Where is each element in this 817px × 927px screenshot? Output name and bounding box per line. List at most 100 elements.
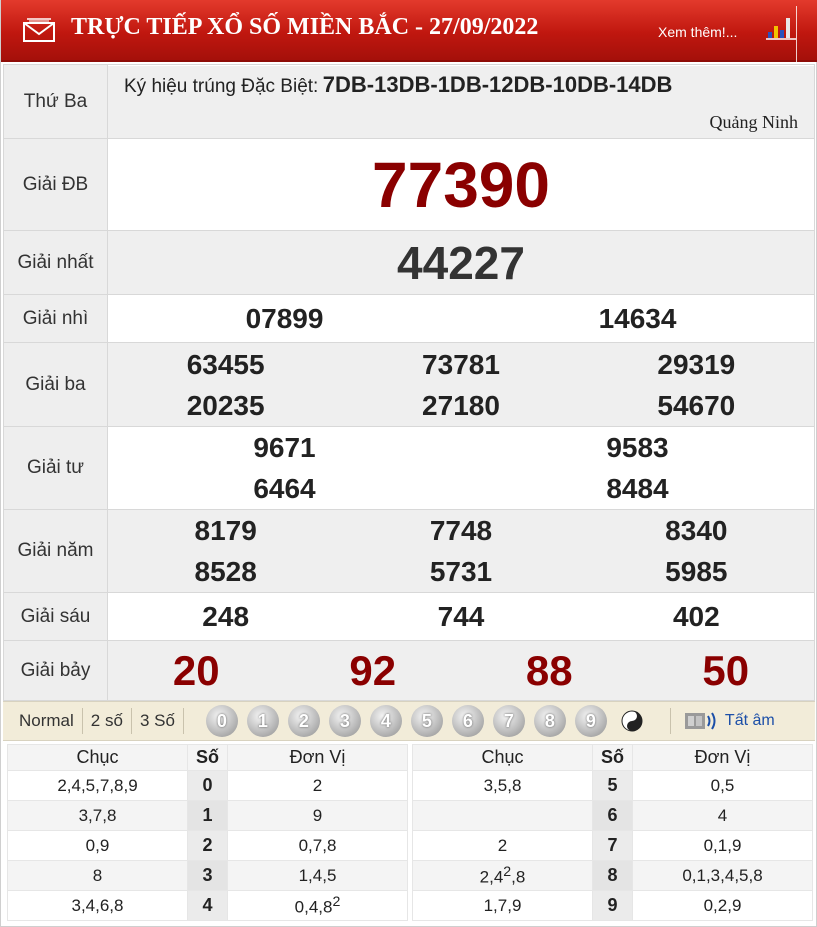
chuc-cell: 8	[7, 860, 188, 891]
prize-g7-number: 20	[172, 646, 220, 694]
bar-chart-icon[interactable]	[766, 14, 796, 40]
special-code-label: Ký hiệu trúng Đặc Biệt:	[124, 75, 319, 97]
col-header-chuc: Chục	[412, 744, 593, 771]
table-row: 2 7 0,1,9	[412, 830, 813, 861]
prize-g4-number: 9671	[253, 432, 316, 463]
donvi-cell: 0,7,8	[227, 830, 408, 861]
so-cell: 0	[187, 770, 228, 801]
chuc-cell: 3,4,6,8	[7, 890, 188, 921]
prize-g3-number: 29319	[657, 348, 736, 380]
digit-ball[interactable]: 6	[451, 705, 484, 737]
prize-g5-number: 5985	[665, 556, 728, 587]
header-divider	[796, 6, 797, 62]
prize-label-g5: Giải năm	[3, 509, 108, 593]
col-header-so: Số	[592, 744, 633, 771]
prize-g3-number: 27180	[422, 389, 500, 421]
prize-g3-number: 20235	[186, 389, 265, 421]
so-cell: 1	[187, 800, 228, 831]
prize-label-g7: Giải bảy	[3, 640, 108, 701]
digit-ball[interactable]: 9	[574, 705, 607, 737]
table-row: 2,4,5,7,8,9 0 2	[7, 770, 408, 801]
yin-yang-icon[interactable]	[621, 710, 643, 732]
donvi-cell: 0,5	[632, 770, 813, 801]
table-row: 3,4,6,8 4 0,4,82	[7, 890, 408, 921]
so-cell: 5	[592, 770, 633, 801]
donvi-cell: 0,2,9	[632, 890, 813, 921]
prize-g2-number: 07899	[245, 303, 324, 334]
digit-ball[interactable]: 2	[287, 705, 320, 737]
table-row: 2,42,8 8 0,1,3,4,5,8	[412, 860, 813, 891]
donvi-cell: 0,1,3,4,5,8	[632, 860, 813, 891]
prize-g6-number: 744	[437, 601, 485, 632]
table-row: 3,5,8 5 0,5	[412, 770, 813, 801]
prize-g6-number: 248	[202, 601, 250, 632]
display-controls: Normal 2 số 3 Số 0 1 2 3 4 5 6 7 8 9 Tất…	[3, 701, 815, 741]
so-cell: 3	[187, 860, 228, 891]
table-row: 0,9 2 0,7,8	[7, 830, 408, 861]
option-2-digits[interactable]: 2 số	[83, 708, 132, 734]
page-title: TRỰC TIẾP XỔ SỐ MIỀN BẮC - 27/09/2022	[71, 14, 539, 40]
digit-ball[interactable]: 8	[533, 705, 566, 737]
prize-g3-number: 54670	[657, 389, 736, 421]
province-name: Quảng Ninh	[709, 111, 799, 132]
digit-ball[interactable]: 4	[369, 705, 402, 737]
chuc-cell: 0,9	[7, 830, 188, 861]
repeat-count: 2	[332, 893, 341, 910]
prize-g3-number: 63455	[186, 348, 265, 380]
see-more-link[interactable]: Xem thêm!...	[658, 24, 737, 40]
prize-label-g2: Giải nhì	[3, 294, 108, 343]
chuc-cell: 2	[412, 830, 593, 861]
col-header-donvi: Đơn Vị	[227, 744, 408, 771]
table-row: 6 4	[412, 800, 813, 831]
so-cell: 4	[187, 890, 228, 921]
digit-ball[interactable]: 7	[492, 705, 525, 737]
prize-g5-number: 8179	[194, 515, 257, 546]
chuc-cell: 1,7,9	[412, 890, 593, 921]
table-row: 8 3 1,4,5	[7, 860, 408, 891]
prize-g6-number: 402	[672, 601, 720, 632]
loto-tables: Chục Số Đơn Vị 2,4,5,7,8,9 0 2 3,7,8 1 9…	[7, 744, 813, 921]
digit-ball[interactable]: 5	[410, 705, 443, 737]
digit-ball[interactable]: 0	[205, 705, 238, 737]
chuc-cell: 2,4,5,7,8,9	[7, 770, 188, 801]
prize-g5-number: 8528	[194, 556, 257, 587]
prize-g2-number: 14634	[598, 303, 677, 334]
donvi-cell: 2	[227, 770, 408, 801]
donvi-cell: 4	[632, 800, 813, 831]
option-3-digits[interactable]: 3 Số	[132, 708, 184, 734]
prize-label-g4: Giải tư	[3, 426, 108, 510]
donvi-cell: 1,4,5	[227, 860, 408, 891]
loto-table-right: Chục Số Đơn Vị 3,5,8 5 0,5 6 4 2 7 0,1,9…	[412, 744, 813, 921]
col-header-so: Số	[187, 744, 228, 771]
prize-g5-number: 7748	[429, 515, 493, 546]
prize-label-g1: Giải nhất	[3, 230, 108, 295]
so-cell: 8	[592, 860, 633, 891]
digit-ball[interactable]: 3	[328, 705, 361, 737]
so-cell: 7	[592, 830, 633, 861]
chuc-cell: 3,7,8	[7, 800, 188, 831]
donvi-cell: 0,1,9	[632, 830, 813, 861]
repeat-count: 2	[503, 863, 512, 880]
col-header-donvi: Đơn Vị	[632, 744, 813, 771]
day-label: Thứ Ba	[3, 64, 108, 139]
digit-ball[interactable]: 1	[246, 705, 279, 737]
prize-label-db: Giải ĐB	[3, 138, 108, 231]
chuc-cell	[412, 800, 593, 831]
chuc-value: 2,4	[479, 867, 504, 887]
donvi-value: 0,4,8	[294, 897, 333, 917]
chuc-cell: 3,5,8	[412, 770, 593, 801]
prize-g4-number: 9583	[606, 432, 669, 463]
prize-g1-number: 44227	[397, 236, 525, 289]
prize-table: Thứ Ba Ký hiệu trúng Đặc Biệt: 7DB-13DB-…	[3, 64, 815, 701]
prize-label-g3: Giải ba	[3, 342, 108, 427]
so-cell: 6	[592, 800, 633, 831]
header-bar: TRỰC TIẾP XỔ SỐ MIỀN BẮC - 27/09/2022 Xe…	[1, 0, 817, 62]
so-cell: 9	[592, 890, 633, 921]
option-normal[interactable]: Normal	[3, 708, 83, 734]
mail-icon	[23, 18, 55, 42]
mute-all-button[interactable]: Tất âm	[683, 710, 775, 732]
control-divider	[669, 708, 671, 734]
prize-g5-number: 5731	[429, 556, 493, 587]
chuc-value-tail: ,8	[511, 867, 526, 887]
prize-g7-number: 92	[349, 646, 397, 694]
